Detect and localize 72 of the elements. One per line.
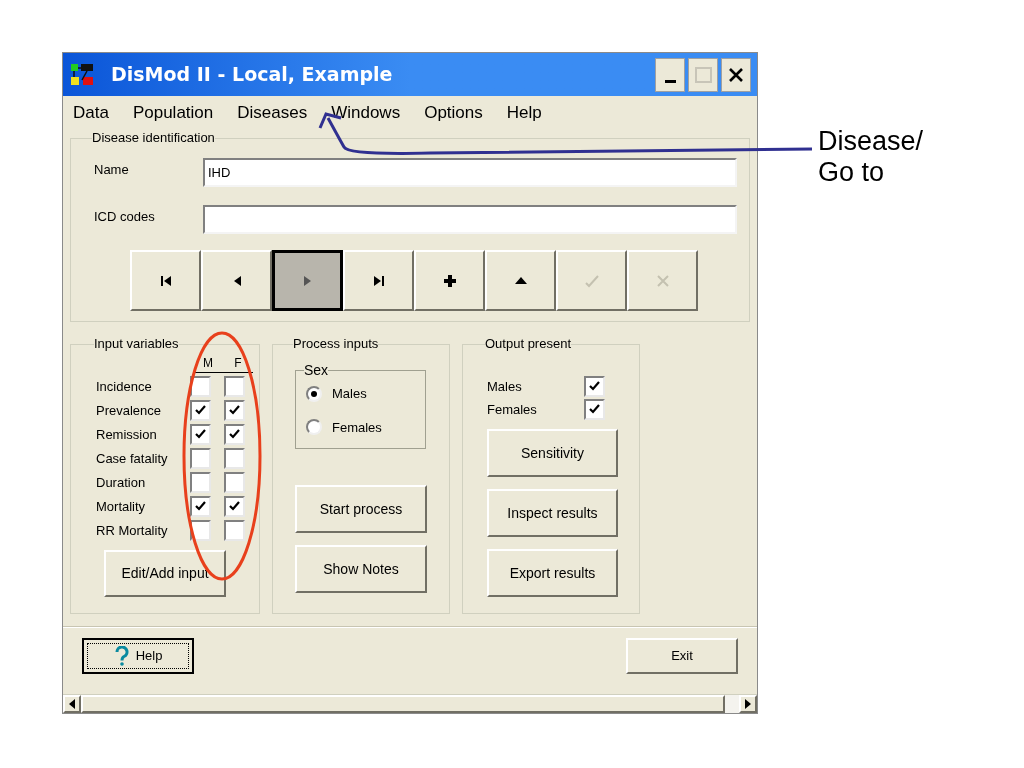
question-mark-icon (113, 646, 130, 666)
checkbox[interactable] (224, 520, 245, 541)
checkbox[interactable] (224, 424, 245, 445)
field-label: Name (94, 160, 130, 179)
checkbox[interactable] (224, 448, 245, 469)
menu-item[interactable]: Options (418, 100, 489, 126)
variable-label: Case fatality (96, 449, 169, 468)
push-button[interactable]: Export results (487, 549, 618, 597)
push-button[interactable]: Start process (295, 485, 427, 533)
output-label: Females (487, 400, 537, 419)
annotation-text: Disease/ Go to (818, 126, 924, 188)
text-field[interactable] (203, 205, 737, 234)
checkmark-icon (228, 500, 241, 513)
checkbox[interactable] (224, 472, 245, 493)
group-title: Process inputs (293, 336, 379, 352)
checkmark-icon (194, 428, 207, 441)
checkmark-icon (588, 403, 601, 416)
checkbox[interactable] (190, 472, 211, 493)
push-button[interactable]: Edit/Add input (104, 550, 226, 597)
checkbox[interactable] (224, 400, 245, 421)
scroll-left-button[interactable] (63, 695, 81, 713)
variable-label: Incidence (96, 377, 153, 396)
variable-label: RR Mortality (96, 521, 169, 540)
group-title: Sex (304, 362, 329, 378)
menu-item[interactable]: Population (126, 100, 220, 126)
checkbox[interactable] (190, 424, 211, 445)
exit-button[interactable]: Exit (626, 638, 738, 674)
menu-item[interactable]: Windows (325, 100, 407, 126)
radio-label: Females (332, 418, 382, 437)
push-button[interactable]: Sensitivity (487, 429, 618, 477)
app-logo-icon (71, 63, 93, 86)
close-icon (728, 66, 744, 83)
group-title: Input variables (94, 336, 179, 352)
checkbox[interactable] (224, 496, 245, 517)
checkbox[interactable] (584, 399, 605, 420)
checkbox[interactable] (224, 376, 245, 397)
checkmark-icon (228, 428, 241, 441)
group-title: Disease identification (92, 130, 215, 146)
help-button[interactable]: Help (82, 638, 194, 674)
checkbox[interactable] (190, 496, 211, 517)
checkmark-icon (194, 404, 207, 417)
variable-label: Mortality (96, 497, 147, 516)
column-header: M (202, 355, 214, 372)
radio-button[interactable] (306, 419, 322, 436)
output-label: Males (487, 377, 522, 396)
variable-label: Remission (96, 425, 158, 444)
checkbox[interactable] (190, 448, 211, 469)
radio-label: Males (332, 385, 367, 403)
text-field[interactable]: IHD (203, 158, 737, 187)
field-label: ICD codes (94, 207, 156, 226)
triangle-right-icon (745, 699, 751, 709)
column-header: F (233, 355, 243, 372)
checkmark-icon (588, 380, 601, 393)
push-button[interactable]: Inspect results (487, 489, 618, 537)
checkbox[interactable] (584, 376, 605, 397)
variable-label: Prevalence (96, 401, 163, 420)
radio-button[interactable] (306, 385, 322, 402)
variable-label: Duration (96, 473, 147, 492)
checkmark-icon (194, 500, 207, 513)
menu-item[interactable]: Diseases (231, 100, 314, 126)
group-title: Output present (485, 336, 571, 352)
scroll-right-button[interactable] (739, 695, 757, 713)
menu-item[interactable]: Help (500, 100, 548, 126)
triangle-left-icon (69, 699, 75, 709)
checkmark-icon (228, 404, 241, 417)
close-button[interactable] (721, 57, 751, 92)
push-button[interactable]: Show Notes (295, 545, 427, 593)
minimize-button[interactable] (655, 57, 685, 92)
checkbox[interactable] (190, 400, 211, 421)
nav-button[interactable] (272, 250, 343, 311)
window-title: DisMod II - Local, Example (111, 62, 393, 88)
menu-item[interactable]: Data (67, 100, 115, 126)
